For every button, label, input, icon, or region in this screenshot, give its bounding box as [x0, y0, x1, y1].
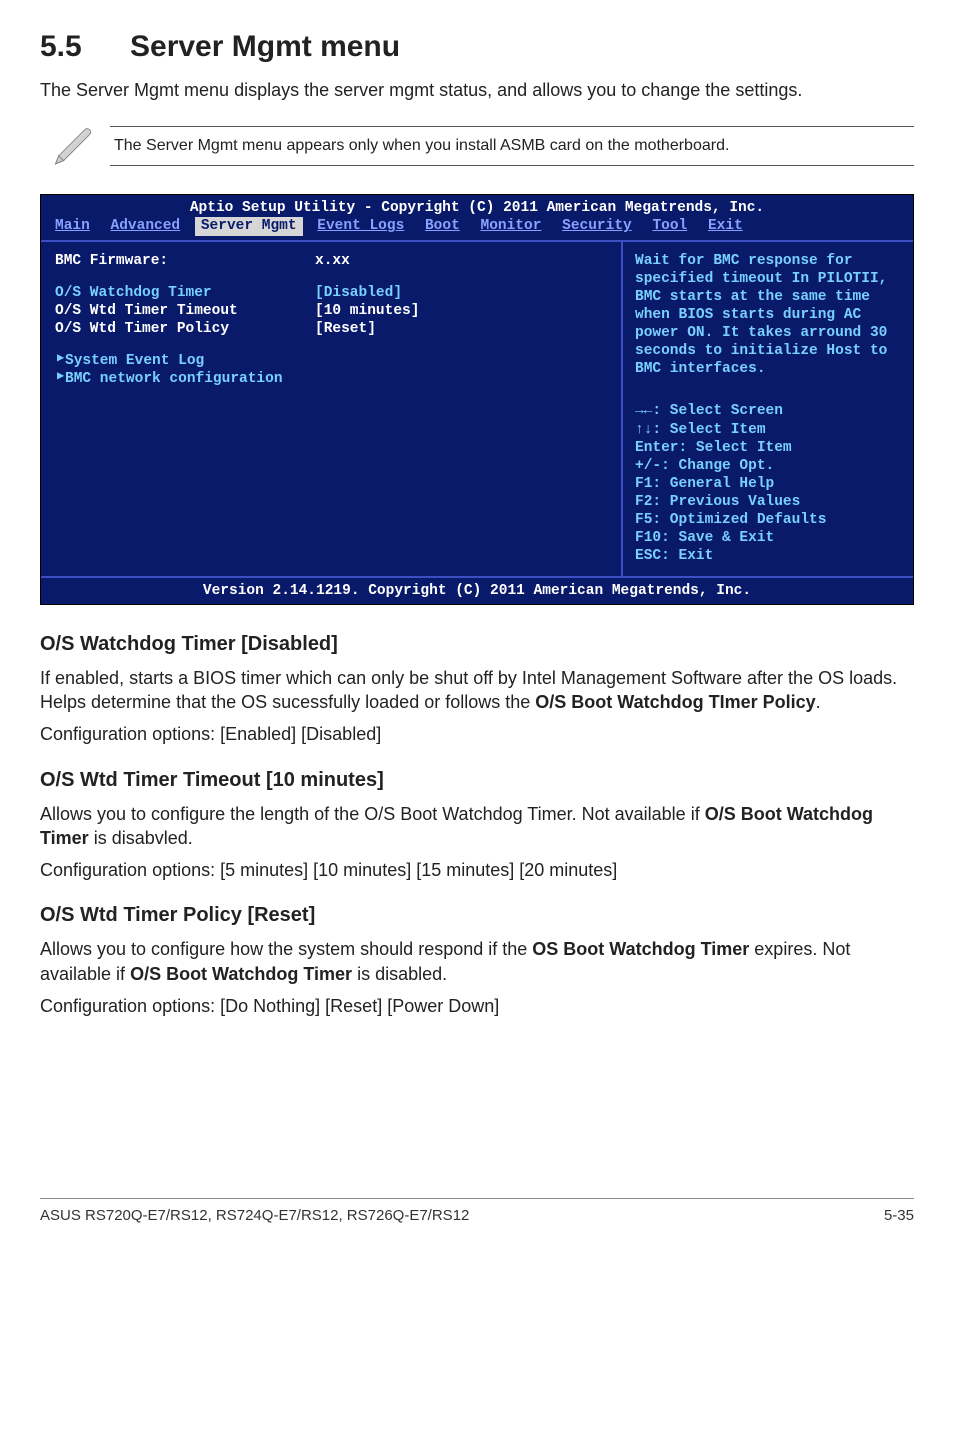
subsection-wtd-timeout: O/S Wtd Timer Timeout [10 minutes] Allow…: [40, 769, 914, 883]
bios-menubar: Main Advanced Server Mgmt Event Logs Boo…: [41, 217, 913, 239]
config-options: Configuration options: [Enabled] [Disabl…: [40, 722, 914, 746]
text: is disabvled.: [89, 828, 193, 848]
note-block: The Server Mgmt menu appears only when y…: [40, 120, 914, 172]
key-hint: F2: Previous Values: [635, 493, 903, 511]
pencil-note-icon: [40, 120, 110, 172]
bios-help-text: Wait for BMC response for specified time…: [635, 252, 903, 379]
submenu-marker-icon: ▶: [57, 352, 64, 364]
section-name: Server Mgmt menu: [130, 30, 400, 63]
key-hint: +/-: Change Opt.: [635, 457, 903, 475]
paragraph: If enabled, starts a BIOS timer which ca…: [40, 666, 914, 715]
row-bmc-firmware: BMC Firmware: x.xx: [55, 252, 607, 270]
key-hint: ↑↓: Select Item: [635, 421, 903, 439]
value-wtd-timeout: [10 minutes]: [315, 302, 419, 320]
bios-bottom-bar: Version 2.14.1219. Copyright (C) 2011 Am…: [41, 576, 913, 604]
heading-wtd-timeout: O/S Wtd Timer Timeout [10 minutes]: [40, 769, 914, 792]
paragraph: Allows you to configure how the system s…: [40, 937, 914, 986]
config-options: Configuration options: [5 minutes] [10 m…: [40, 858, 914, 882]
text: is disabled.: [352, 964, 447, 984]
value-watchdog-timer: [Disabled]: [315, 284, 402, 302]
key-hint: →←: Select Screen: [635, 402, 903, 420]
footer-left: ASUS RS720Q-E7/RS12, RS724Q-E7/RS12, RS7…: [40, 1207, 469, 1224]
key-hint: Enter: Select Item: [635, 439, 903, 457]
value-bmc-firmware: x.xx: [315, 252, 350, 270]
submenu-marker-icon: ▶: [57, 370, 64, 382]
intro-paragraph: The Server Mgmt menu displays the server…: [40, 78, 914, 102]
key-hint: F10: Save & Exit: [635, 529, 903, 547]
row-watchdog-timer[interactable]: O/S Watchdog Timer [Disabled]: [55, 284, 607, 302]
bios-screenshot: Aptio Setup Utility - Copyright (C) 2011…: [40, 194, 914, 604]
row-wtd-policy[interactable]: O/S Wtd Timer Policy [Reset]: [55, 320, 607, 338]
text: .: [816, 692, 821, 712]
bios-title: Aptio Setup Utility - Copyright (C) 2011…: [41, 195, 913, 217]
text: Allows you to configure how the system s…: [40, 939, 532, 959]
subsection-wtd-policy: O/S Wtd Timer Policy [Reset] Allows you …: [40, 904, 914, 1018]
label-wtd-timeout: O/S Wtd Timer Timeout: [55, 302, 315, 320]
config-options: Configuration options: [Do Nothing] [Res…: [40, 994, 914, 1018]
paragraph: Allows you to configure the length of th…: [40, 802, 914, 851]
footer-right: 5-35: [884, 1207, 914, 1224]
tab-server-mgmt[interactable]: Server Mgmt: [195, 217, 303, 235]
section-title: 5.5Server Mgmt menu: [40, 30, 914, 64]
bold-text: OS Boot Watchdog Timer: [532, 939, 749, 959]
bios-key-hints: →←: Select Screen ↑↓: Select Item Enter:…: [635, 402, 903, 565]
label-system-event-log: System Event Log: [65, 352, 204, 370]
heading-watchdog-timer: O/S Watchdog Timer [Disabled]: [40, 633, 914, 656]
note-text: The Server Mgmt menu appears only when y…: [110, 126, 914, 166]
bios-panel: BMC Firmware: x.xx O/S Watchdog Timer [D…: [41, 240, 913, 576]
row-system-event-log[interactable]: System Event Log: [55, 352, 607, 370]
section-number: 5.5: [40, 30, 130, 64]
heading-wtd-policy: O/S Wtd Timer Policy [Reset]: [40, 904, 914, 927]
key-hint: F1: General Help: [635, 475, 903, 493]
row-wtd-timeout[interactable]: O/S Wtd Timer Timeout [10 minutes]: [55, 302, 607, 320]
value-wtd-policy: [Reset]: [315, 320, 376, 338]
label-bmc-firmware: BMC Firmware:: [55, 252, 315, 270]
page-footer: ASUS RS720Q-E7/RS12, RS724Q-E7/RS12, RS7…: [40, 1198, 914, 1224]
bios-right-pane: Wait for BMC response for specified time…: [623, 242, 913, 576]
text: Allows you to configure the length of th…: [40, 804, 705, 824]
tab-main[interactable]: Main: [49, 217, 96, 235]
label-watchdog-timer: O/S Watchdog Timer: [55, 284, 315, 302]
tab-tool[interactable]: Tool: [646, 217, 693, 235]
subsection-watchdog-timer: O/S Watchdog Timer [Disabled] If enabled…: [40, 633, 914, 747]
row-bmc-network-config[interactable]: BMC network configuration: [55, 370, 607, 388]
label-wtd-policy: O/S Wtd Timer Policy: [55, 320, 315, 338]
bold-text: O/S Boot Watchdog Timer: [130, 964, 352, 984]
tab-boot[interactable]: Boot: [419, 217, 466, 235]
tab-exit[interactable]: Exit: [702, 217, 749, 235]
key-hint: F5: Optimized Defaults: [635, 511, 903, 529]
tab-event-logs[interactable]: Event Logs: [311, 217, 410, 235]
tab-security[interactable]: Security: [556, 217, 638, 235]
key-hint: ESC: Exit: [635, 547, 903, 565]
bios-left-pane: BMC Firmware: x.xx O/S Watchdog Timer [D…: [41, 242, 623, 576]
label-bmc-network-config: BMC network configuration: [65, 370, 283, 388]
tab-advanced[interactable]: Advanced: [105, 217, 187, 235]
bold-text: O/S Boot Watchdog TImer Policy: [535, 692, 815, 712]
tab-monitor[interactable]: Monitor: [475, 217, 548, 235]
